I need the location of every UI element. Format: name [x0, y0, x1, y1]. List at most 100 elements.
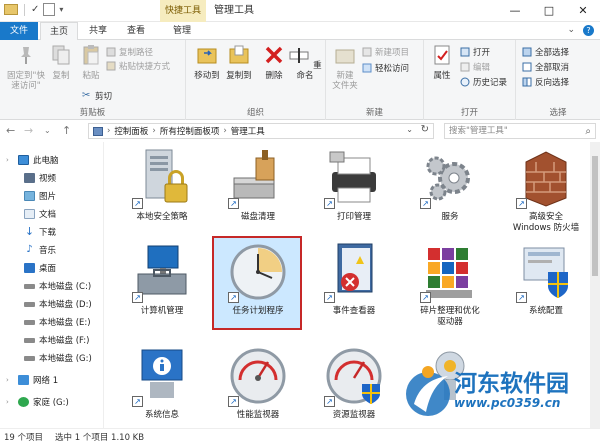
- scrollbar-thumb[interactable]: [592, 156, 598, 276]
- nav-item-documents[interactable]: 文档: [24, 206, 56, 222]
- invert-selection-icon: [522, 77, 532, 87]
- tab-manage[interactable]: 管理: [162, 22, 202, 40]
- search-icon[interactable]: ⌕: [585, 125, 591, 139]
- nav-item-drive-d[interactable]: 本地磁盘 (D:): [24, 296, 92, 312]
- nav-item-this-pc[interactable]: 此电脑: [18, 152, 59, 168]
- nav-item-music[interactable]: ♪ 音乐: [24, 242, 56, 258]
- select-none-button[interactable]: 全部取消: [522, 61, 569, 73]
- copy-to-button[interactable]: 复制到: [224, 44, 254, 81]
- list-item-task-scheduler[interactable]: ↗ 任务计划程序: [210, 238, 306, 334]
- list-item-event-viewer[interactable]: ↗ 事件查看器: [306, 238, 402, 334]
- nav-label: 本地磁盘 (C:): [39, 282, 92, 292]
- copy-path-button[interactable]: 复制路径: [106, 46, 153, 58]
- rename-button[interactable]: 重命名: [288, 44, 322, 81]
- folder-icon: [4, 4, 18, 15]
- minimize-button[interactable]: —: [498, 0, 532, 22]
- copy-label: 复制: [52, 71, 70, 81]
- paste-button[interactable]: 粘贴: [78, 44, 104, 81]
- shortcut-arrow-icon: ↗: [132, 396, 143, 407]
- nav-label: 视频: [39, 174, 57, 184]
- edit-button[interactable]: 编辑: [460, 61, 490, 73]
- tab-home[interactable]: 主页: [40, 22, 78, 41]
- context-tab-quick-tools[interactable]: 快捷工具: [160, 0, 206, 22]
- list-item-print-management[interactable]: ↗ 打印管理: [306, 144, 402, 240]
- list-item-defrag[interactable]: ↗ 碎片整理和优化 驱动器: [402, 238, 498, 334]
- address-bar[interactable]: › 控制面板 › 所有控制面板项 › 管理工具 ⌄ ↻: [88, 123, 434, 139]
- select-all-button[interactable]: 全部选择: [522, 46, 569, 58]
- move-to-label: 移动到: [194, 71, 220, 81]
- maximize-button[interactable]: □: [532, 0, 566, 22]
- tab-view[interactable]: 查看: [118, 22, 154, 40]
- chevron-down-icon[interactable]: ▾: [59, 5, 63, 14]
- nav-item-downloads[interactable]: ↓ 下载: [24, 224, 56, 240]
- paste-shortcut-label: 粘贴快捷方式: [119, 62, 171, 72]
- breadcrumb-all-items[interactable]: 所有控制面板项: [160, 125, 220, 137]
- delete-button[interactable]: 删除: [262, 44, 286, 81]
- shortcut-arrow-icon: ↗: [324, 198, 335, 209]
- forward-arrow-icon[interactable]: →: [24, 124, 33, 137]
- history-button[interactable]: 历史记录: [460, 76, 507, 88]
- address-dropdown-icon[interactable]: ⌄: [406, 125, 413, 134]
- list-item-disk-cleanup[interactable]: ↗ 磁盘清理: [210, 144, 306, 240]
- rename-icon: [289, 48, 309, 63]
- refresh-icon[interactable]: ↻: [421, 124, 429, 135]
- close-button[interactable]: ✕: [566, 0, 600, 22]
- nav-item-drive-f[interactable]: 本地磁盘 (F:): [24, 332, 89, 348]
- ribbon-tabs: 文件 主页 共享 查看 管理 ⌄ ?: [0, 22, 600, 41]
- item-label: 系统配置: [528, 306, 563, 316]
- checkmark-icon[interactable]: ✓: [31, 4, 39, 15]
- item-label: 本地安全策略: [136, 212, 188, 222]
- list-item-local-security-policy[interactable]: ↗ 本地安全策略: [114, 144, 210, 240]
- network-icon: [18, 375, 29, 385]
- new-item-button[interactable]: 新建项目: [362, 46, 409, 58]
- invert-selection-button[interactable]: 反向选择: [522, 76, 569, 88]
- search-input[interactable]: 搜索"管理工具" ⌕: [444, 123, 596, 139]
- copy-button[interactable]: 复制: [48, 44, 74, 81]
- up-arrow-icon[interactable]: ↑: [62, 124, 71, 137]
- nav-item-drive-g[interactable]: 本地磁盘 (G:): [24, 350, 92, 366]
- nav-item-videos[interactable]: 视频: [24, 170, 56, 186]
- cut-button[interactable]: ✂ 剪切: [82, 90, 112, 103]
- list-item-computer-management[interactable]: ↗ 计算机管理: [114, 238, 210, 334]
- nav-item-pictures[interactable]: 图片: [24, 188, 56, 204]
- pin-label: 固定到"快速访问": [7, 71, 45, 91]
- nav-item-network[interactable]: 网络 1: [18, 372, 58, 388]
- expand-arrow-icon[interactable]: ›: [6, 156, 9, 164]
- shortcut-arrow-icon: ↗: [228, 292, 239, 303]
- easy-access-button[interactable]: 轻松访问: [362, 62, 409, 74]
- open-button[interactable]: 打开: [460, 46, 490, 58]
- shortcut-arrow-icon: ↗: [324, 292, 335, 303]
- nav-item-homegroup[interactable]: 家庭 (G:): [18, 394, 69, 410]
- tab-share[interactable]: 共享: [80, 22, 116, 40]
- nav-label: 网络 1: [33, 376, 59, 386]
- list-item-services[interactable]: ↗ 服务: [402, 144, 498, 240]
- breadcrumb-admin-tools[interactable]: 管理工具: [231, 125, 265, 137]
- new-group-label: 新建: [365, 108, 383, 118]
- expand-arrow-icon[interactable]: ›: [6, 398, 9, 406]
- properties-button[interactable]: 属性: [428, 44, 456, 81]
- pin-quick-access-button[interactable]: 固定到"快速访问": [4, 44, 48, 91]
- quick-access-toolbar: ✓ ▾: [4, 3, 63, 16]
- tab-file[interactable]: 文件: [0, 22, 38, 40]
- back-arrow-icon[interactable]: ←: [6, 124, 15, 137]
- list-item-system-configuration[interactable]: ↗ 系统配置: [498, 238, 590, 334]
- new-folder-button[interactable]: 新建 文件夹: [330, 44, 360, 91]
- nav-item-desktop[interactable]: 桌面: [24, 260, 56, 276]
- nav-item-drive-e[interactable]: 本地磁盘 (E:): [24, 314, 91, 330]
- move-to-button[interactable]: 移动到: [192, 44, 222, 81]
- paste-shortcut-button[interactable]: 粘贴快捷方式: [106, 60, 170, 72]
- recent-locations-chevron-icon[interactable]: ⌄: [44, 126, 51, 135]
- watermark-logo-icon: [406, 366, 450, 416]
- nav-item-drive-c[interactable]: 本地磁盘 (C:): [24, 278, 91, 294]
- list-item-performance-monitor[interactable]: ↗ 性能监视器: [210, 342, 306, 428]
- list-item-system-information[interactable]: ↗ 系统信息: [114, 342, 210, 428]
- help-icon[interactable]: ?: [583, 25, 594, 36]
- list-item-resource-monitor[interactable]: ↗ 资源监视器: [306, 342, 402, 428]
- new-document-icon[interactable]: [43, 3, 56, 16]
- chevron-down-icon[interactable]: ⌄: [567, 25, 575, 36]
- shortcut-arrow-icon: ↗: [420, 292, 431, 303]
- breadcrumb-control-panel[interactable]: 控制面板: [114, 125, 148, 137]
- shortcut-arrow-icon: ↗: [420, 198, 431, 209]
- list-item-firewall[interactable]: ↗ 高级安全 Windows 防火墙: [498, 144, 590, 240]
- expand-arrow-icon[interactable]: ›: [6, 376, 9, 384]
